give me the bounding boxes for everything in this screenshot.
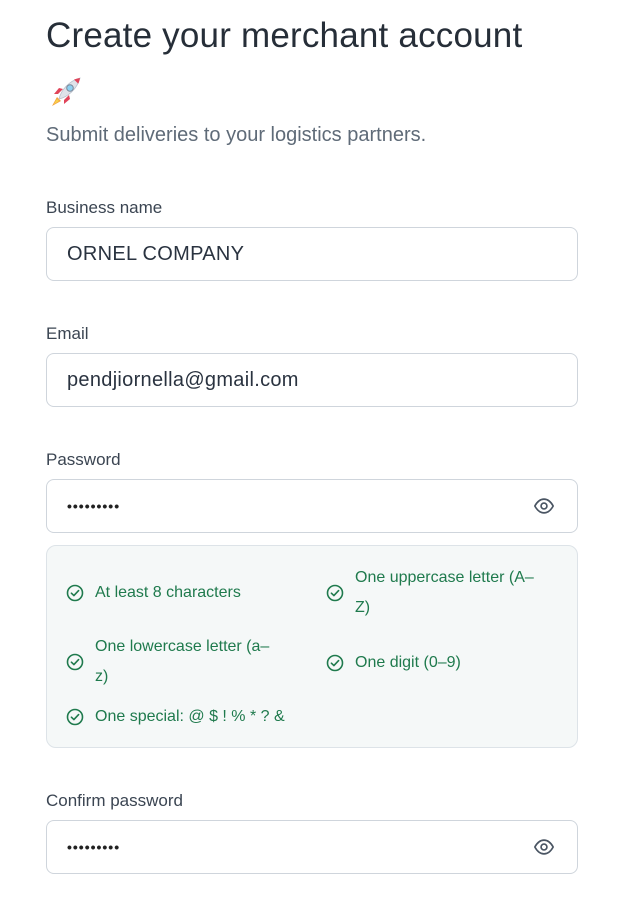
password-label: Password	[46, 450, 121, 469]
confirm-password-value[interactable]: •••••••••	[67, 839, 533, 855]
rocket-icon	[46, 72, 86, 112]
email-field[interactable]: pendjiornella@gmail.com	[46, 353, 578, 407]
check-circle-icon	[66, 653, 84, 671]
eye-icon[interactable]	[533, 495, 555, 517]
check-circle-icon	[66, 708, 84, 726]
rule-lowercase-text-cont: z)	[95, 668, 109, 685]
password-value[interactable]: •••••••••	[67, 498, 533, 514]
business-name-label: Business name	[46, 198, 163, 217]
password-rules-panel: At least 8 characters One uppercase lett…	[46, 545, 578, 748]
check-circle-icon	[66, 584, 84, 602]
rule-uppercase-text: One uppercase letter (A–	[355, 569, 534, 586]
eye-icon[interactable]	[533, 836, 555, 858]
check-circle-icon	[326, 654, 344, 672]
page-subtitle: Submit deliveries to your logistics part…	[46, 124, 427, 146]
rule-lowercase: One lowercase letter (a– z)	[66, 632, 269, 692]
business-name-value[interactable]: ORNEL COMPANY	[67, 243, 557, 266]
email-value[interactable]: pendjiornella@gmail.com	[67, 369, 557, 392]
confirm-password-field[interactable]: •••••••••	[46, 820, 578, 874]
rule-special: One special: @ $ ! % * ? &	[66, 702, 285, 732]
rule-lowercase-text: One lowercase letter (a–	[95, 638, 270, 655]
rule-digit-text: One digit (0–9)	[355, 654, 461, 671]
page-title: Create your merchant account	[46, 16, 523, 55]
check-circle-icon	[326, 584, 344, 602]
password-field[interactable]: •••••••••	[46, 479, 578, 533]
rule-min-length-text: At least 8 characters	[95, 584, 241, 601]
email-label: Email	[46, 324, 89, 343]
rule-special-text: One special: @ $ ! % * ? &	[95, 708, 285, 725]
rule-digit: One digit (0–9)	[326, 648, 461, 678]
rule-min-length: At least 8 characters	[66, 578, 241, 608]
confirm-password-label: Confirm password	[46, 791, 183, 810]
rule-uppercase-text-cont: Z)	[355, 599, 371, 616]
business-name-field[interactable]: ORNEL COMPANY	[46, 227, 578, 281]
rule-uppercase: One uppercase letter (A– Z)	[326, 563, 534, 623]
